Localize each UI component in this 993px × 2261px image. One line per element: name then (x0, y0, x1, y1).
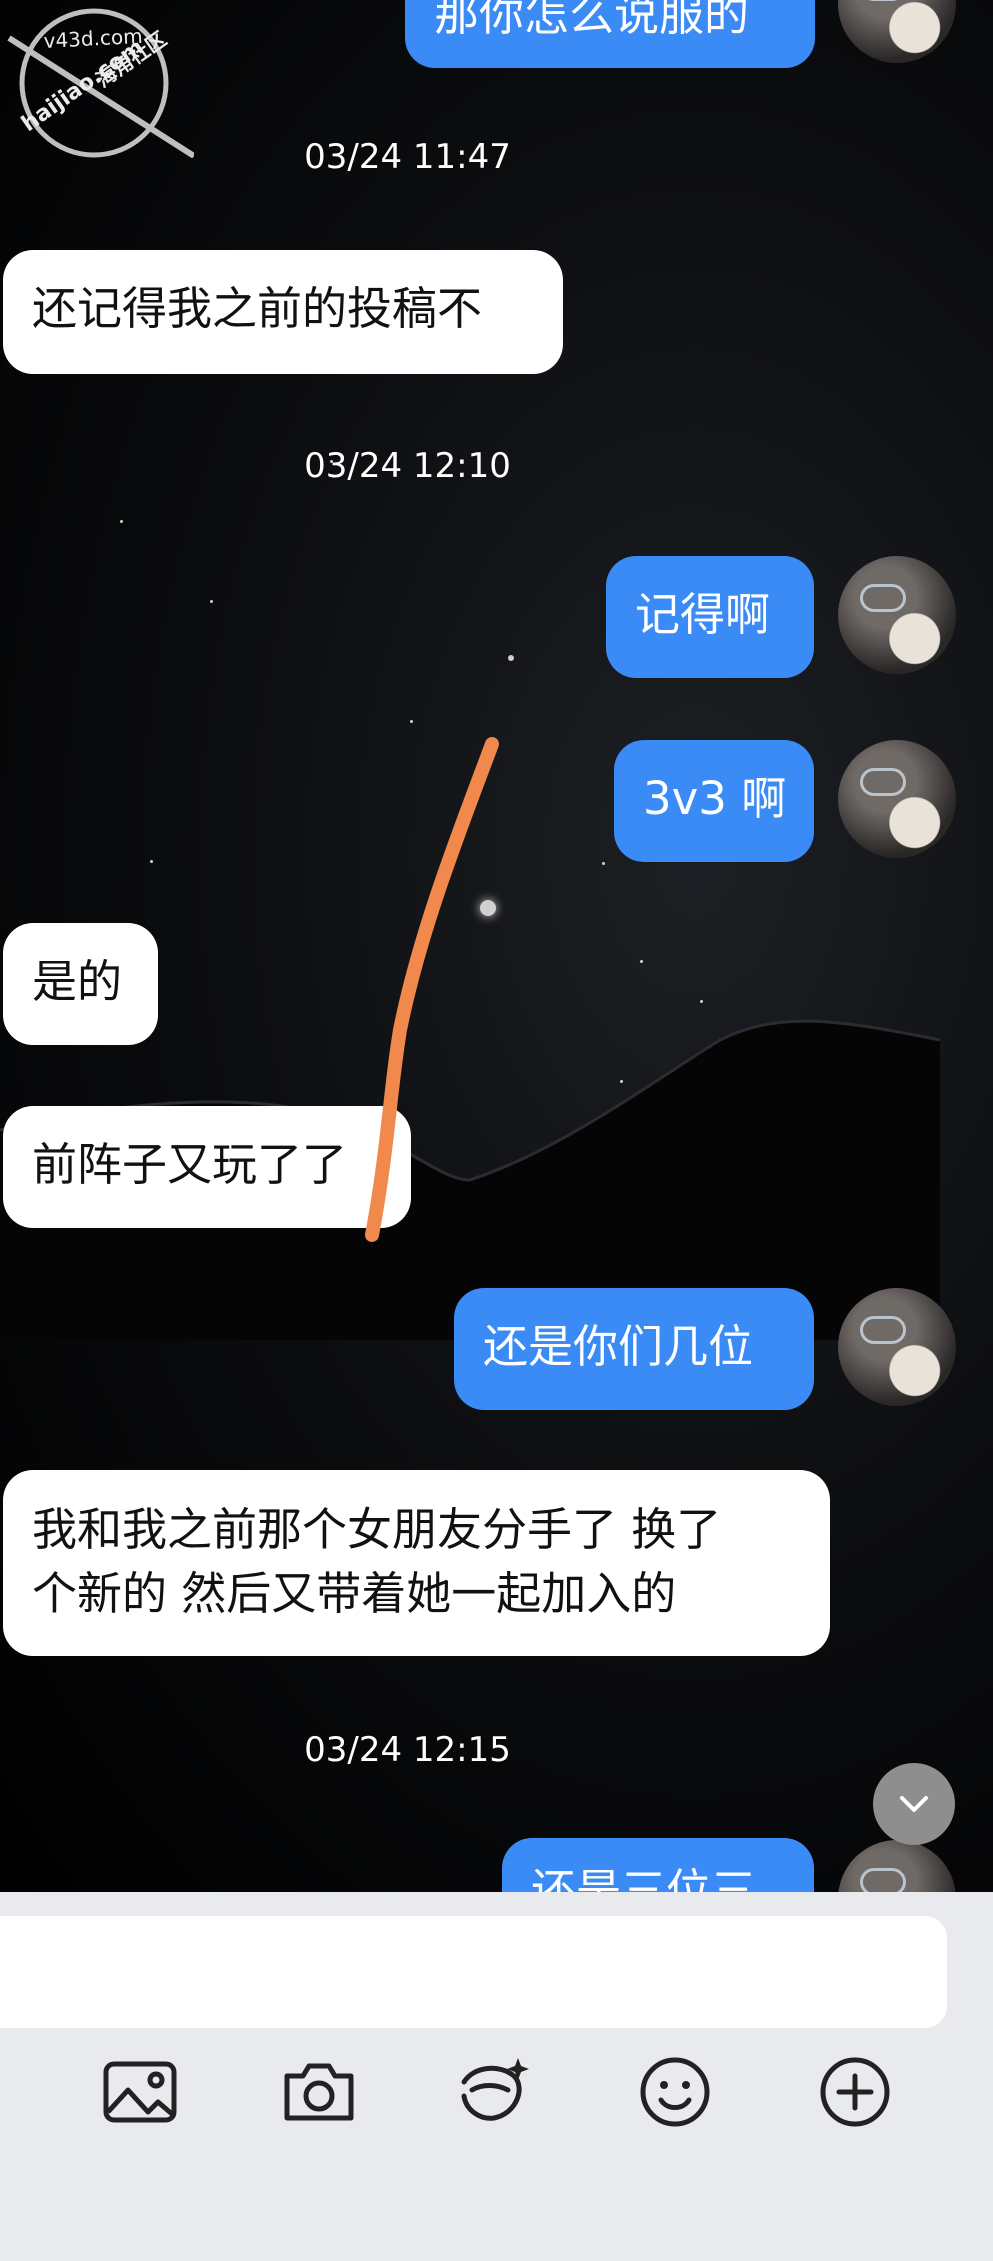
timestamp: 03/24 11:47 (304, 137, 511, 177)
star (150, 860, 153, 863)
camera-icon (284, 2063, 354, 2121)
star (602, 862, 605, 865)
message-text: 还是三位三 (531, 1864, 757, 1892)
emoji-button[interactable] (635, 2052, 715, 2132)
message-outgoing[interactable]: 记得啊 (606, 556, 814, 678)
avatar[interactable] (838, 0, 956, 63)
message-text: 是的 (32, 955, 123, 1008)
message-text: 那你怎么说服的 (434, 0, 750, 41)
image-button[interactable] (100, 2052, 180, 2132)
star (508, 655, 514, 661)
message-text: 3v3 啊 (643, 772, 787, 825)
message-outgoing[interactable]: 那你怎么说服的 (405, 0, 815, 68)
image-icon (103, 2061, 177, 2123)
message-text: 还记得我之前的投稿不 (32, 282, 483, 335)
star (120, 520, 123, 523)
timestamp: 03/24 12:10 (304, 446, 511, 486)
message-outgoing[interactable]: 还是你们几位 (454, 1288, 814, 1410)
sticker-icon (461, 2058, 529, 2121)
message-incoming[interactable]: 我和我之前那个女朋友分手了 换了 个新的 然后又带着她一起加入的 (3, 1470, 830, 1656)
message-text: 还是你们几位 (483, 1320, 754, 1373)
message-text-line: 个新的 然后又带着她一起加入的 (32, 1567, 677, 1620)
message-incoming[interactable]: 是的 (3, 923, 158, 1045)
chat-area[interactable]: v43d.com haijiao.com 海角社区 那你怎么说服的 03/24 … (0, 0, 993, 1892)
star (210, 600, 213, 603)
annotation-stroke (365, 737, 499, 1242)
chevron-down-icon (900, 1796, 928, 1812)
scroll-to-bottom-button[interactable] (873, 1763, 955, 1845)
avatar[interactable] (838, 1288, 956, 1406)
message-incoming[interactable]: 还记得我之前的投稿不 (3, 250, 563, 374)
watermark-logo: v43d.com haijiao.com 海角社区 (7, 8, 194, 158)
emoji-icon (640, 2057, 710, 2127)
avatar[interactable] (838, 740, 956, 858)
more-button[interactable] (815, 2052, 895, 2132)
avatar[interactable] (838, 556, 956, 674)
message-outgoing[interactable]: 还是三位三 (502, 1838, 814, 1892)
message-outgoing[interactable]: 3v3 啊 (614, 740, 814, 862)
message-input[interactable] (0, 1916, 947, 2028)
timestamp: 03/24 12:15 (304, 1730, 511, 1770)
plus-icon (820, 2057, 890, 2127)
message-text: 前阵子又玩了了 (32, 1138, 348, 1191)
avatar[interactable] (838, 1840, 956, 1892)
star (410, 720, 413, 723)
camera-button[interactable] (279, 2052, 359, 2132)
message-text: 记得啊 (635, 588, 771, 641)
sticker-button[interactable] (454, 2052, 534, 2132)
message-text-line: 我和我之前那个女朋友分手了 换了 (32, 1503, 722, 1556)
star (640, 960, 643, 963)
